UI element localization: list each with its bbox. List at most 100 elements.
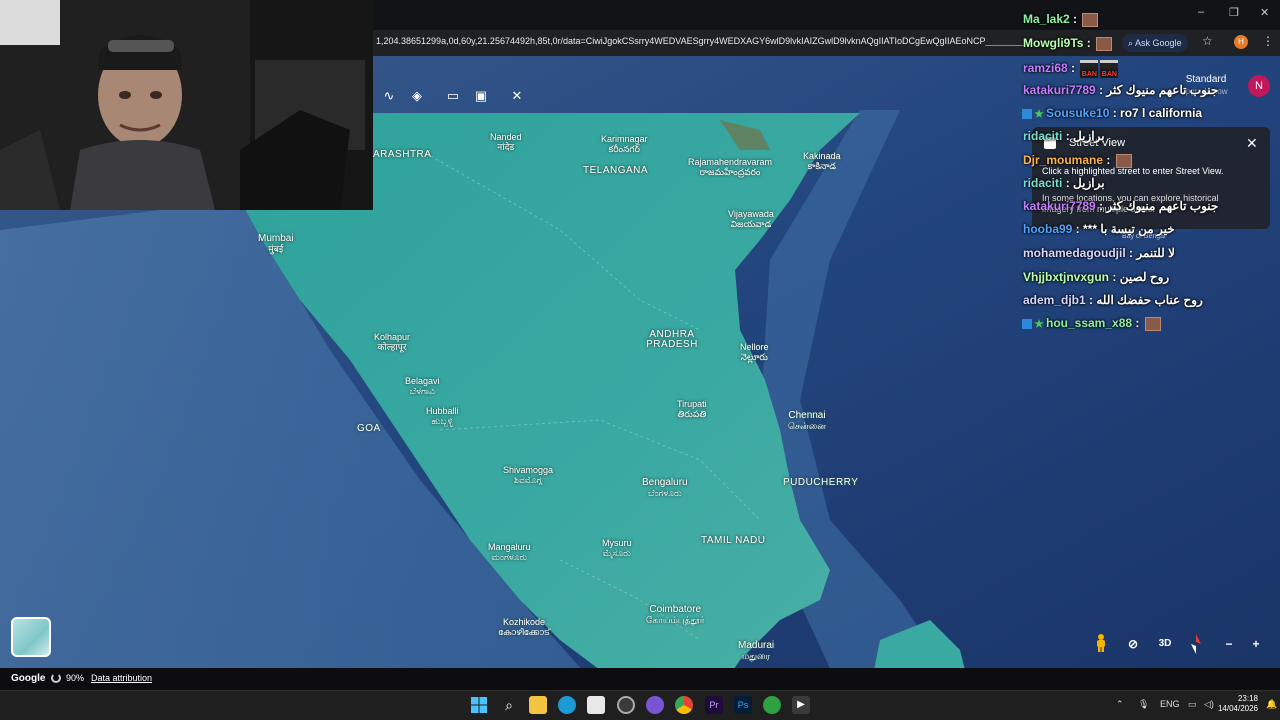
chat-username[interactable]: Mowgli9Ts xyxy=(1023,36,1083,50)
compass-icon[interactable] xyxy=(1188,634,1204,654)
place-coimbatore[interactable]: Coimbatore கோயம்புத்தூர் xyxy=(646,604,705,626)
chat-username[interactable]: Djr_moumane xyxy=(1023,153,1103,167)
chat-username[interactable]: adem_djb1 xyxy=(1023,293,1086,307)
webcam-feed xyxy=(0,0,373,210)
url-text[interactable]: 1,204.38651299a,0d,60y,21.25674492h,85t,… xyxy=(376,36,1026,46)
place-rajahmundry[interactable]: Rajamahendravaram రాజమహేంద్రవరం xyxy=(688,157,772,177)
place-madurai[interactable]: Madurai மதுரை xyxy=(738,640,774,662)
chat-message: adem_djb1 : روح عناب حفضك الله xyxy=(1023,293,1203,307)
chat-message: Mowgli9Ts : xyxy=(1023,36,1113,51)
chat-username[interactable]: katakuri7789 xyxy=(1023,83,1096,97)
place-puducherry[interactable]: PUDUCHERRY xyxy=(783,478,858,488)
tray-chevron-icon[interactable]: ⌃ xyxy=(1116,699,1124,710)
media-player-icon[interactable]: ▶ xyxy=(792,696,810,714)
chat-username[interactable]: katakuri7789 xyxy=(1023,199,1096,213)
chat-separator: : xyxy=(1109,106,1121,120)
place-karimnagar[interactable]: Karimnagar కరీంనగర్ xyxy=(601,134,648,154)
place-goa[interactable]: GOA xyxy=(357,424,381,434)
place-telangana[interactable]: TELANGANA xyxy=(583,166,648,176)
chat-username[interactable]: mohamedagoudjil xyxy=(1023,246,1126,260)
chat-message: hooba99 : *** خير من تيسة با xyxy=(1023,222,1175,236)
chat-separator: : xyxy=(1095,199,1107,213)
chat-separator: : xyxy=(1062,129,1074,143)
edge-icon[interactable] xyxy=(558,696,576,714)
chat-username[interactable]: Sousuke10 xyxy=(1046,106,1109,120)
windows-start-icon[interactable] xyxy=(470,696,488,714)
file-explorer-icon[interactable] xyxy=(529,696,547,714)
chat-separator: : xyxy=(1095,83,1107,97)
tools-icon[interactable]: ✕ xyxy=(508,87,526,105)
place-belagavi[interactable]: Belagavi ಬೆಳಗಾವಿ xyxy=(405,376,440,396)
place-vijayawada[interactable]: Vijayawada విజయవాడ xyxy=(728,209,774,229)
layers-icon[interactable]: ◈ xyxy=(408,87,426,105)
place-mangaluru[interactable]: Mangaluru ಮಂಗಳೂರು xyxy=(488,542,531,562)
attribution-bar xyxy=(0,668,1280,690)
notification-icon[interactable]: 🔔 xyxy=(1266,699,1277,710)
place-kakinada[interactable]: Kakinada కాకినాడ xyxy=(803,151,841,171)
search-icon[interactable]: ⌕ xyxy=(500,696,518,714)
screen: ARASHTRA Nanded नांदेड Karimnagar కరీంనగర్… xyxy=(0,0,1280,720)
chat-separator: : xyxy=(1067,61,1079,76)
place-mumbai[interactable]: Mumbai मुंबई xyxy=(258,233,294,255)
pegman-icon[interactable] xyxy=(1094,634,1108,652)
chat-separator: : xyxy=(1062,176,1074,190)
chat-app-icon[interactable] xyxy=(646,696,664,714)
network-icon[interactable]: ▭ xyxy=(1188,699,1197,710)
add-image-icon[interactable]: ▣ xyxy=(472,87,490,105)
map-layer-toggle[interactable] xyxy=(11,617,51,657)
chrome-icon[interactable] xyxy=(675,696,693,714)
microphone-icon[interactable]: 🎙 xyxy=(1138,699,1149,710)
ban-emote-icon: BAN xyxy=(1100,60,1119,78)
obs-icon[interactable] xyxy=(617,696,635,714)
place-mysuru[interactable]: Mysuru ಮೈಸೂರು xyxy=(602,538,632,558)
chat-username[interactable]: hou_ssam_x88 xyxy=(1046,316,1132,330)
place-kolhapur[interactable]: Kolhapur कोल्हापूर xyxy=(374,332,410,352)
webcam-image xyxy=(0,0,373,210)
chat-text: *** خير من تيسة با xyxy=(1083,222,1175,236)
chat-message: katakuri7789 : جنوب تاعهم منيوك كثر xyxy=(1023,83,1218,97)
green-app-icon[interactable] xyxy=(763,696,781,714)
place-nanded[interactable]: Nanded नांदेड xyxy=(490,132,522,152)
place-shivamogga[interactable]: Shivamogga ಶಿವಮೊಗ್ಗ xyxy=(503,465,553,485)
place-andhra-pradesh[interactable]: ANDHRA PRADESH xyxy=(646,330,698,350)
chat-message: hou_ssam_x88 : xyxy=(1022,316,1161,331)
draw-line-icon[interactable]: ∿ xyxy=(380,87,398,105)
chat-username[interactable]: ridaciti xyxy=(1023,129,1062,143)
chat-message: ridaciti : برازيل xyxy=(1023,129,1105,143)
chat-message: katakuri7789 : جنوب تاعهم منيوك كثر xyxy=(1023,199,1218,213)
chat-text: لا للتنمر xyxy=(1136,246,1175,260)
photoshop-icon[interactable]: Ps xyxy=(734,696,752,714)
volume-icon[interactable]: ◁) xyxy=(1204,699,1214,710)
chat-separator: : xyxy=(1072,222,1084,236)
location-off-icon[interactable]: ⊘ xyxy=(1122,634,1144,654)
badge-icon xyxy=(1022,108,1032,119)
system-clock[interactable]: 23:18 14/04/2026 xyxy=(1216,694,1258,714)
emote-icon xyxy=(1082,12,1099,27)
store-icon[interactable] xyxy=(587,696,605,714)
place-maharashtra[interactable]: ARASHTRA xyxy=(373,150,431,160)
chat-username[interactable]: ridaciti xyxy=(1023,176,1062,190)
place-tirupati[interactable]: Tirupati తిరుపతి xyxy=(677,399,707,419)
place-hubballi[interactable]: Hubballi ಹುಬ್ಬಳ್ಳಿ xyxy=(426,406,459,426)
chat-username[interactable]: Ma_lak2 xyxy=(1023,12,1070,26)
place-chennai[interactable]: Chennai சென்னை xyxy=(788,410,826,432)
chat-text: ro7 l california xyxy=(1120,106,1203,120)
chat-username[interactable]: hooba99 xyxy=(1023,222,1072,236)
chat-text: جنوب تاعهم منيوك كثر xyxy=(1106,199,1219,213)
zoom-in-button[interactable]: + xyxy=(1245,634,1267,654)
place-bengaluru[interactable]: Bengaluru ಬೆಂಗಳೂರು xyxy=(642,477,688,499)
place-nellore[interactable]: Nellore నెల్లూరు xyxy=(740,342,769,362)
place-kozhikode[interactable]: Kozhikode കോഴിക്കോട് xyxy=(498,617,550,637)
chat-separator: : xyxy=(1109,270,1120,284)
data-attribution-link[interactable]: Data attribution xyxy=(91,673,152,683)
toggle-3d-button[interactable]: 3D xyxy=(1154,634,1176,654)
chat-message: Sousuke10 : ro7 l california xyxy=(1022,106,1202,120)
emote-icon xyxy=(1115,153,1132,168)
place-tamil-nadu[interactable]: TAMIL NADU xyxy=(701,536,765,546)
premiere-icon[interactable]: Pr xyxy=(705,696,723,714)
zoom-out-button[interactable]: − xyxy=(1218,634,1240,654)
measure-icon[interactable]: ▭ xyxy=(444,87,462,105)
chat-username[interactable]: Vhjjbxtjnvxgun xyxy=(1023,270,1109,284)
chat-username[interactable]: ramzi68 xyxy=(1023,61,1068,75)
language-indicator[interactable]: ENG xyxy=(1160,699,1180,709)
